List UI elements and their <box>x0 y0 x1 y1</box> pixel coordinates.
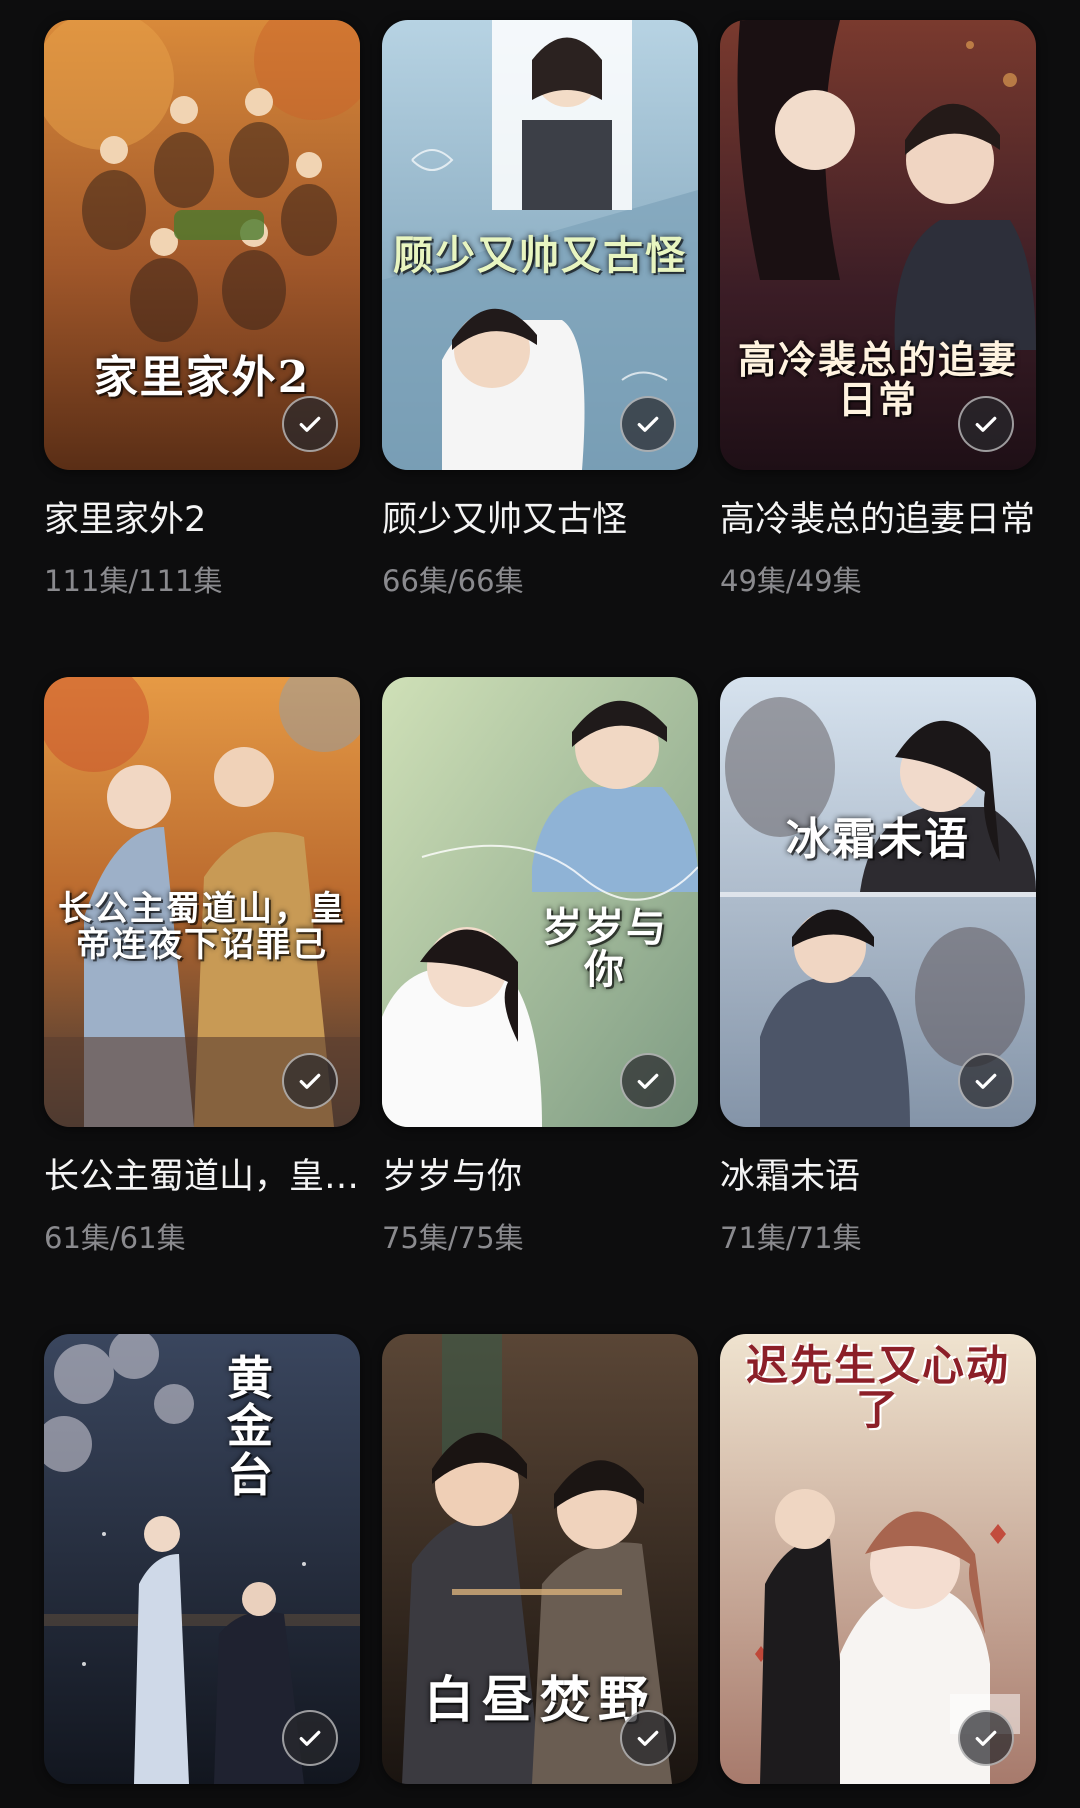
selected-check-icon[interactable] <box>958 1053 1014 1109</box>
drama-card[interactable]: 迟先生又心动了 <box>720 1334 1036 1784</box>
drama-card[interactable]: 岁岁与你 岁岁与你 75集/75集 <box>382 677 698 1255</box>
selected-check-icon[interactable] <box>282 1710 338 1766</box>
episode-count: 71集/71集 <box>720 1221 862 1255</box>
selected-check-icon[interactable] <box>958 396 1014 452</box>
drama-title: 家里家外2 <box>44 500 207 540</box>
drama-title: 顾少又帅又古怪 <box>382 500 628 540</box>
episode-count: 61集/61集 <box>44 1221 186 1255</box>
drama-poster[interactable]: 家里家外2 <box>44 20 360 470</box>
drama-poster[interactable]: 岁岁与你 <box>382 677 698 1127</box>
selected-check-icon[interactable] <box>282 1053 338 1109</box>
drama-card[interactable]: 白昼焚野 <box>382 1334 698 1784</box>
drama-title: 长公主蜀道山，皇帝连夜下诏罪己 <box>44 1157 360 1197</box>
drama-title: 岁岁与你 <box>382 1157 523 1197</box>
drama-card[interactable]: 黄金台 <box>44 1334 360 1784</box>
drama-card[interactable]: 高冷裴总的追妻日常 高冷裴总的追妻日常 49集/49集 <box>720 20 1036 598</box>
selected-check-icon[interactable] <box>620 1053 676 1109</box>
drama-grid: 家里家外2 家里家外2 111集/111集 顾少又帅又古怪 顾少又帅又古怪 66… <box>0 0 1080 1808</box>
drama-title: 冰霜未语 <box>720 1157 861 1197</box>
selected-check-icon[interactable] <box>620 1710 676 1766</box>
drama-poster[interactable]: 顾少又帅又古怪 <box>382 20 698 470</box>
drama-poster[interactable]: 迟先生又心动了 <box>720 1334 1036 1784</box>
episode-count: 75集/75集 <box>382 1221 524 1255</box>
drama-poster[interactable]: 高冷裴总的追妻日常 <box>720 20 1036 470</box>
drama-poster[interactable]: 白昼焚野 <box>382 1334 698 1784</box>
episode-count: 49集/49集 <box>720 564 862 598</box>
selected-check-icon[interactable] <box>282 396 338 452</box>
drama-card[interactable]: 顾少又帅又古怪 顾少又帅又古怪 66集/66集 <box>382 20 698 598</box>
episode-count: 111集/111集 <box>44 564 223 598</box>
drama-poster[interactable]: 长公主蜀道山，皇帝连夜下诏罪己 <box>44 677 360 1127</box>
drama-card[interactable]: 家里家外2 家里家外2 111集/111集 <box>44 20 360 598</box>
drama-title: 高冷裴总的追妻日常 <box>720 500 1036 540</box>
selected-check-icon[interactable] <box>958 1710 1014 1766</box>
drama-poster[interactable]: 冰霜未语 <box>720 677 1036 1127</box>
drama-card[interactable]: 冰霜未语 冰霜未语 71集/71集 <box>720 677 1036 1255</box>
drama-card[interactable]: 长公主蜀道山，皇帝连夜下诏罪己 长公主蜀道山，皇帝连夜下诏罪己 61集/61集 <box>44 677 360 1255</box>
episode-count: 66集/66集 <box>382 564 524 598</box>
selected-check-icon[interactable] <box>620 396 676 452</box>
drama-poster[interactable]: 黄金台 <box>44 1334 360 1784</box>
